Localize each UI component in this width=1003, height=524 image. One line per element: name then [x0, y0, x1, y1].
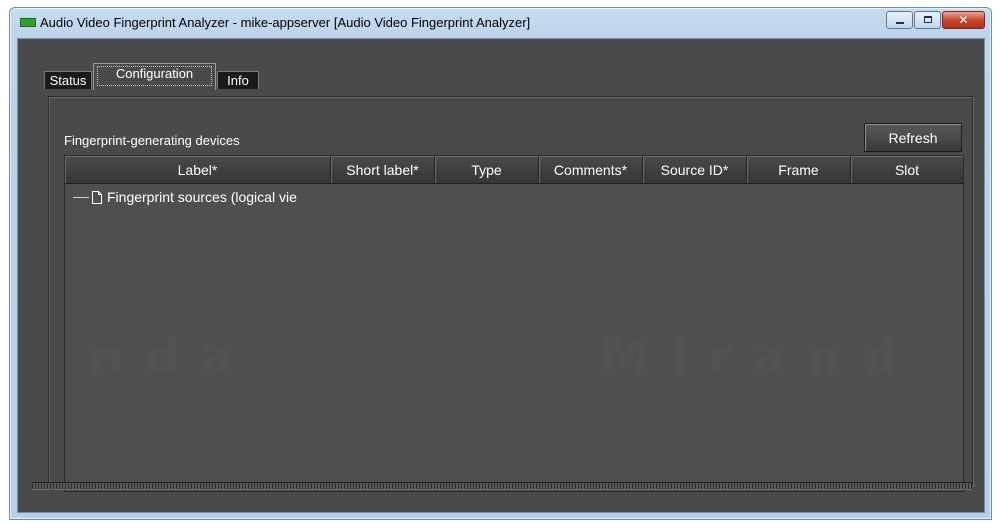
column-header-frame[interactable]: Frame — [747, 156, 851, 184]
window-title: Audio Video Fingerprint Analyzer - mike-… — [40, 15, 531, 30]
column-header-comments[interactable]: Comments* — [539, 156, 643, 184]
tree-connector-line — [73, 196, 89, 198]
minimize-icon — [896, 22, 904, 24]
tab-info[interactable]: Info — [217, 71, 259, 89]
window-controls: ✕ — [885, 11, 985, 31]
close-icon: ✕ — [958, 13, 969, 27]
column-header-short-label[interactable]: Short label* — [331, 156, 435, 184]
tree-root-label: Fingerprint sources (logical vie — [107, 189, 297, 205]
document-icon — [92, 190, 102, 204]
status-strip — [32, 482, 972, 490]
section-label: Fingerprint-generating devices — [64, 133, 240, 148]
tab-focus-outline — [97, 66, 212, 86]
app-icon — [20, 18, 36, 27]
app-window: Audio Video Fingerprint Analyzer - mike-… — [9, 7, 992, 520]
column-header-slot[interactable]: Slot — [851, 156, 963, 184]
column-header-label[interactable]: Label* — [65, 156, 331, 184]
maximize-button[interactable] — [914, 11, 941, 29]
tree-row[interactable]: Fingerprint sources (logical vie — [73, 188, 331, 206]
devices-table[interactable]: nda Mirand Label* Short label* Type Comm… — [64, 155, 964, 492]
table-header: Label* Short label* Type Comments* Sourc… — [65, 156, 963, 184]
minimize-button[interactable] — [886, 11, 913, 29]
watermark-right: Mirand — [601, 328, 918, 386]
column-header-source-id[interactable]: Source ID* — [643, 156, 747, 184]
refresh-button[interactable]: Refresh — [864, 123, 962, 152]
maximize-icon — [924, 16, 932, 23]
client-area: Status Configuration Info Fingerprint-ge… — [17, 38, 985, 513]
watermark-left: nda — [89, 328, 255, 386]
tab-configuration[interactable]: Configuration — [93, 63, 216, 90]
tab-status[interactable]: Status — [44, 71, 92, 89]
column-header-type[interactable]: Type — [435, 156, 539, 184]
title-bar[interactable]: Audio Video Fingerprint Analyzer - mike-… — [10, 8, 991, 38]
close-button[interactable]: ✕ — [942, 11, 985, 29]
